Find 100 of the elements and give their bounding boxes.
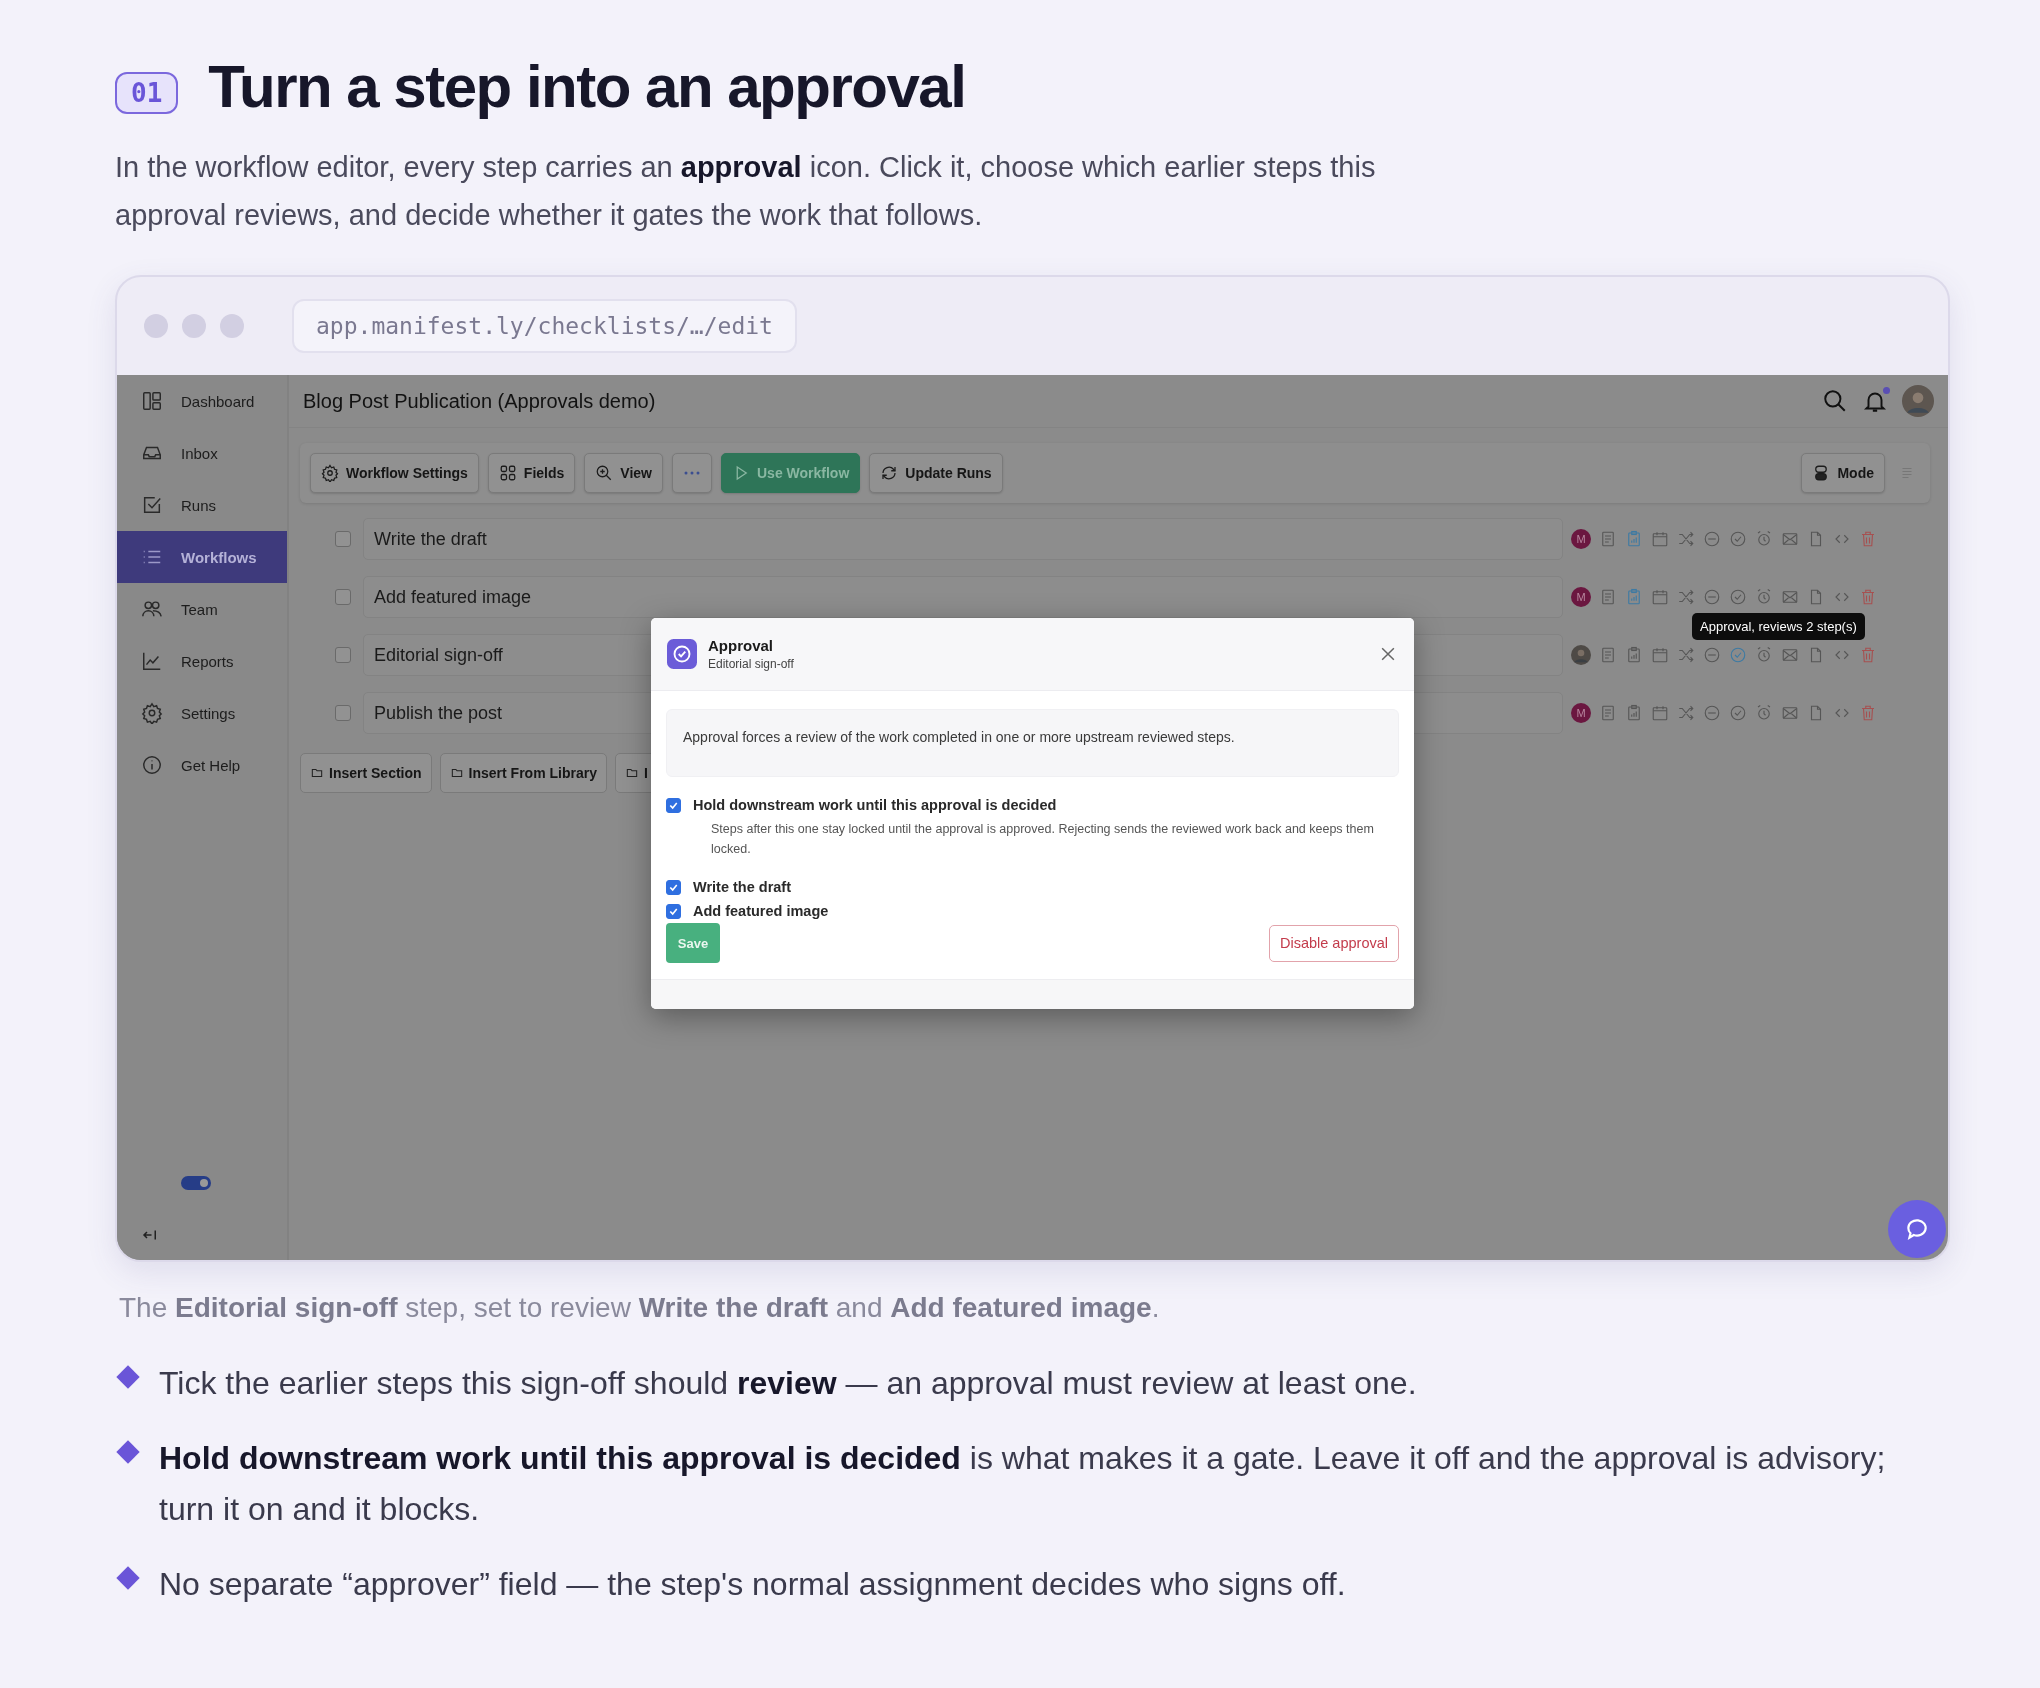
stop-icon[interactable]	[1703, 588, 1721, 606]
stop-icon[interactable]	[1703, 530, 1721, 548]
toolbar-button[interactable]: View	[584, 453, 663, 493]
tooltip: Approval, reviews 2 step(s)	[1692, 613, 1865, 640]
clipboard-icon[interactable]	[1625, 588, 1643, 606]
folder-icon	[310, 766, 324, 780]
refresh-icon	[880, 464, 899, 482]
mail-icon[interactable]	[1781, 646, 1799, 664]
sidebar-item[interactable]: Get Help	[117, 739, 287, 791]
avatar-icon[interactable]	[1571, 645, 1591, 665]
mail-icon[interactable]	[1781, 704, 1799, 722]
toggle-switch[interactable]	[181, 1176, 211, 1190]
bullet-text: Tick the earlier steps this sign-off should review — an approval must review at least one.	[159, 1364, 1417, 1403]
clipboard-icon[interactable]	[1625, 530, 1643, 548]
insert-button[interactable]: Insert Section	[300, 753, 432, 793]
sidebar-item[interactable]: Settings	[117, 687, 287, 739]
window-dot	[144, 314, 168, 338]
approval-icon	[667, 639, 697, 669]
stop-icon[interactable]	[1703, 704, 1721, 722]
mail-icon[interactable]	[1781, 588, 1799, 606]
mail-icon[interactable]	[1781, 530, 1799, 548]
assignee-avatar[interactable]: M	[1571, 529, 1591, 549]
shuffle-icon[interactable]	[1677, 646, 1695, 664]
settings-icon	[321, 464, 339, 482]
trash-icon[interactable]	[1859, 704, 1877, 722]
trash-icon[interactable]	[1859, 530, 1877, 548]
step-checkbox[interactable]	[335, 531, 351, 547]
clipboard-icon[interactable]	[1625, 704, 1643, 722]
clipboard-icon[interactable]	[1625, 646, 1643, 664]
stop-icon[interactable]	[1703, 646, 1721, 664]
calendar-icon[interactable]	[1651, 588, 1669, 606]
document-icon[interactable]	[1599, 704, 1617, 722]
disable-approval-button[interactable]: Disable approval	[1269, 924, 1399, 962]
more-button[interactable]	[672, 453, 712, 493]
shuffle-icon[interactable]	[1677, 588, 1695, 606]
toolbar-button[interactable]: Fields	[487, 453, 576, 493]
info-text: Approval forces a review of the work completed in one or more upstream reviewed steps.	[683, 729, 1235, 745]
checkbox-label: Hold downstream work until this approval is decided	[693, 797, 1057, 813]
sidebar-item[interactable]: Team	[117, 583, 287, 635]
calendar-icon[interactable]	[1651, 646, 1669, 664]
save-button[interactable]: Save	[666, 923, 720, 963]
alarm-icon[interactable]	[1755, 530, 1773, 548]
step-title-field[interactable]: Write the draft	[363, 518, 1563, 560]
info-icon	[141, 754, 163, 776]
checkbox-icon	[141, 494, 163, 516]
check-circle-icon[interactable]	[1729, 588, 1747, 606]
step-checkbox[interactable]	[335, 589, 351, 605]
sidebar-item[interactable]: Workflows	[117, 531, 287, 583]
assignee-avatar[interactable]: M	[1571, 703, 1591, 723]
mode-button[interactable]: Mode	[1801, 453, 1885, 493]
trash-icon[interactable]	[1859, 588, 1877, 606]
step-number-badge: 01	[115, 71, 179, 114]
sidebar-item[interactable]: Inbox	[117, 427, 287, 479]
checkbox[interactable]	[666, 879, 681, 895]
use-workflow-button[interactable]: Use Workflow	[721, 453, 861, 493]
alarm-icon[interactable]	[1755, 588, 1773, 606]
window-dot	[182, 314, 206, 338]
diamond-icon	[115, 1364, 141, 1390]
avatar-icon[interactable]	[1902, 385, 1934, 417]
search-icon[interactable]	[1822, 388, 1848, 414]
assignee-avatar[interactable]: M	[1571, 587, 1591, 607]
shuffle-icon[interactable]	[1677, 704, 1695, 722]
grid-icon	[498, 464, 517, 482]
dialog-subtitle: Editorial sign-off	[708, 657, 794, 671]
checkbox[interactable]	[666, 903, 681, 919]
insert-button[interactable]: Insert From Library	[439, 753, 607, 793]
screenshot-caption: The Editorial sign-off step, set to review Write the draft and Add featured image.	[119, 1292, 1161, 1324]
document-icon[interactable]	[1599, 588, 1617, 606]
sidebar-item[interactable]: Runs	[117, 479, 287, 531]
document-icon[interactable]	[1599, 646, 1617, 664]
shuffle-icon[interactable]	[1677, 530, 1695, 548]
document-icon[interactable]	[1599, 530, 1617, 548]
line-chart-icon	[141, 650, 163, 672]
calendar-icon[interactable]	[1651, 704, 1669, 722]
chat-icon	[1904, 1216, 1930, 1242]
trash-icon[interactable]	[1859, 646, 1877, 664]
toolbar-button[interactable]: Update Runs	[869, 453, 1003, 493]
toolbar-button[interactable]: Workflow Settings	[310, 453, 479, 493]
dialog-title: Approval	[708, 637, 774, 654]
checkbox[interactable]	[666, 797, 681, 813]
diamond-icon	[115, 1565, 141, 1591]
check-circle-icon[interactable]	[1729, 530, 1747, 548]
alarm-icon[interactable]	[1755, 704, 1773, 722]
alarm-icon[interactable]	[1755, 646, 1773, 664]
chat-button[interactable]	[1888, 1200, 1946, 1258]
calendar-icon[interactable]	[1651, 530, 1669, 548]
sidebar-item[interactable]: Dashboard	[117, 375, 287, 427]
check-circle-icon[interactable]	[1729, 646, 1747, 664]
window-dot	[220, 314, 244, 338]
sidebar-item[interactable]: Reports	[117, 635, 287, 687]
more-icon	[683, 470, 701, 476]
folder-icon	[624, 766, 639, 780]
step-checkbox[interactable]	[335, 647, 351, 663]
check-circle-icon[interactable]	[1729, 704, 1747, 722]
checkbox-label: Write the draft	[693, 879, 792, 895]
address-bar[interactable]: app.manifest.ly/checklists/…/edit	[292, 299, 797, 353]
bullet-text: No separate “approver” field — the step's normal assignment decides who signs off.	[159, 1565, 1346, 1604]
step-title-field[interactable]: Add featured image	[363, 576, 1563, 618]
step-checkbox[interactable]	[335, 705, 351, 721]
settings-icon	[141, 702, 163, 724]
